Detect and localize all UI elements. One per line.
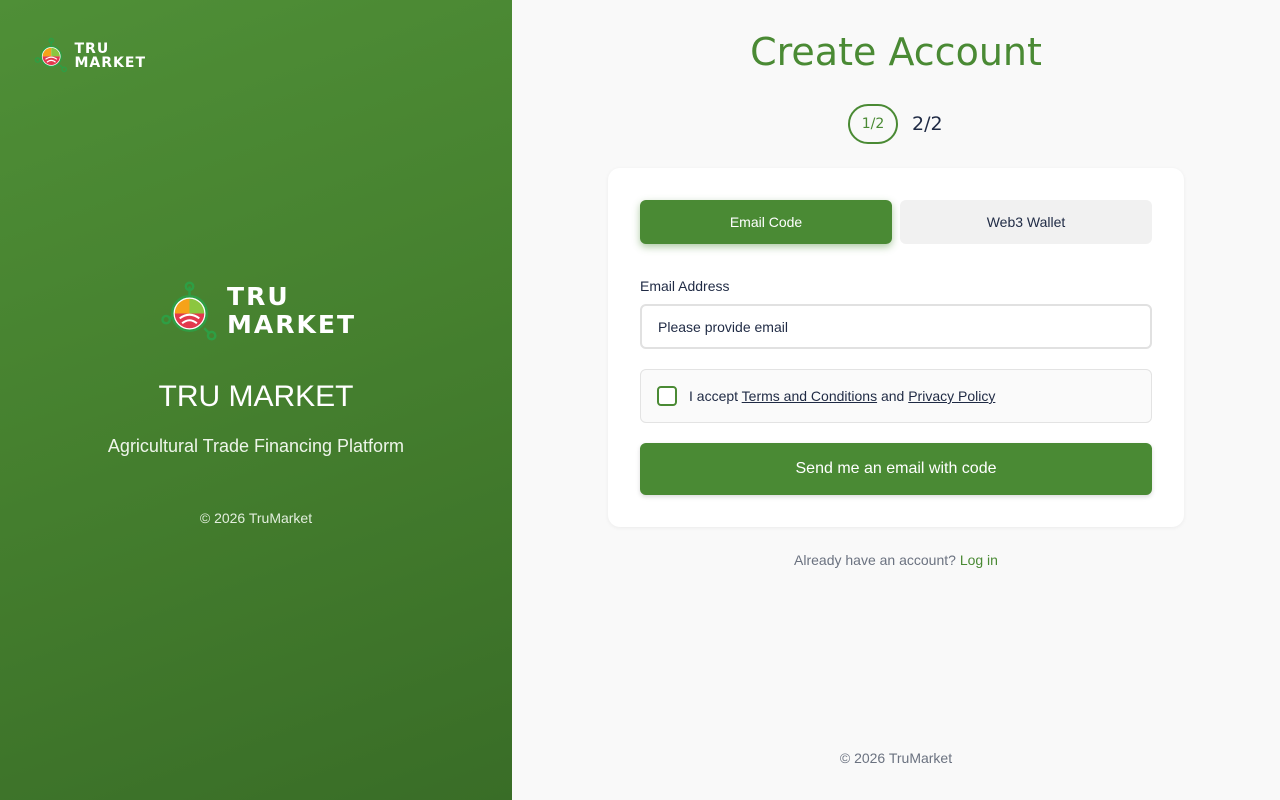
signup-card: Email Code Web3 Wallet Email Address I a…	[608, 168, 1184, 527]
email-input[interactable]	[640, 304, 1152, 349]
small-logo-line2: MARKET	[74, 55, 146, 71]
terms-prefix: I accept	[689, 388, 739, 404]
small-logo-line1: TRU	[74, 41, 110, 57]
login-prompt-text: Already have an account?	[794, 552, 956, 568]
signup-panel: Create Account 1/2 2/2 Email Code Web3 W…	[512, 0, 1280, 800]
big-logo-line1: TRU	[227, 282, 290, 311]
privacy-link[interactable]: Privacy Policy	[908, 388, 995, 404]
brand-title: TRU MARKET	[158, 380, 354, 413]
step-current: 1/2	[848, 104, 898, 144]
auth-method-tabs: Email Code Web3 Wallet	[640, 200, 1152, 244]
footer-copyright: © 2026 TruMarket	[839, 750, 953, 766]
tab-web3-wallet[interactable]: Web3 Wallet	[900, 200, 1152, 244]
small-logo[interactable]: TRU MARKET	[34, 34, 146, 76]
page-title: Create Account	[750, 30, 1042, 74]
terms-link[interactable]: Terms and Conditions	[742, 388, 877, 404]
brand-panel: TRU MARKET TRU MARKET TRU MARKET Agricul…	[0, 0, 512, 800]
email-label: Email Address	[640, 278, 730, 294]
terms-text: I accept Terms and Conditions and Privac…	[689, 388, 995, 404]
terms-checkbox[interactable]	[657, 386, 677, 406]
login-prompt: Already have an account? Log in	[512, 552, 1280, 568]
terms-box: I accept Terms and Conditions and Privac…	[640, 369, 1152, 423]
login-link[interactable]: Log in	[960, 552, 998, 568]
step-indicator: 1/2 2/2	[848, 104, 943, 144]
trumarket-logo-icon	[34, 37, 68, 73]
big-logo: TRU MARKET	[160, 274, 356, 348]
big-logo-text: TRU MARKET	[227, 283, 356, 339]
brand-subtitle: Agricultural Trade Financing Platform	[107, 436, 405, 456]
tab-email-code[interactable]: Email Code	[640, 200, 892, 244]
step-next: 2/2	[912, 113, 943, 135]
brand-copyright: © 2026 TruMarket	[199, 510, 313, 526]
send-code-button[interactable]: Send me an email with code	[640, 443, 1152, 495]
terms-and: and	[880, 388, 905, 404]
trumarket-logo-icon	[161, 281, 217, 341]
small-logo-text: TRU MARKET	[74, 42, 146, 70]
big-logo-line2: MARKET	[227, 310, 356, 339]
